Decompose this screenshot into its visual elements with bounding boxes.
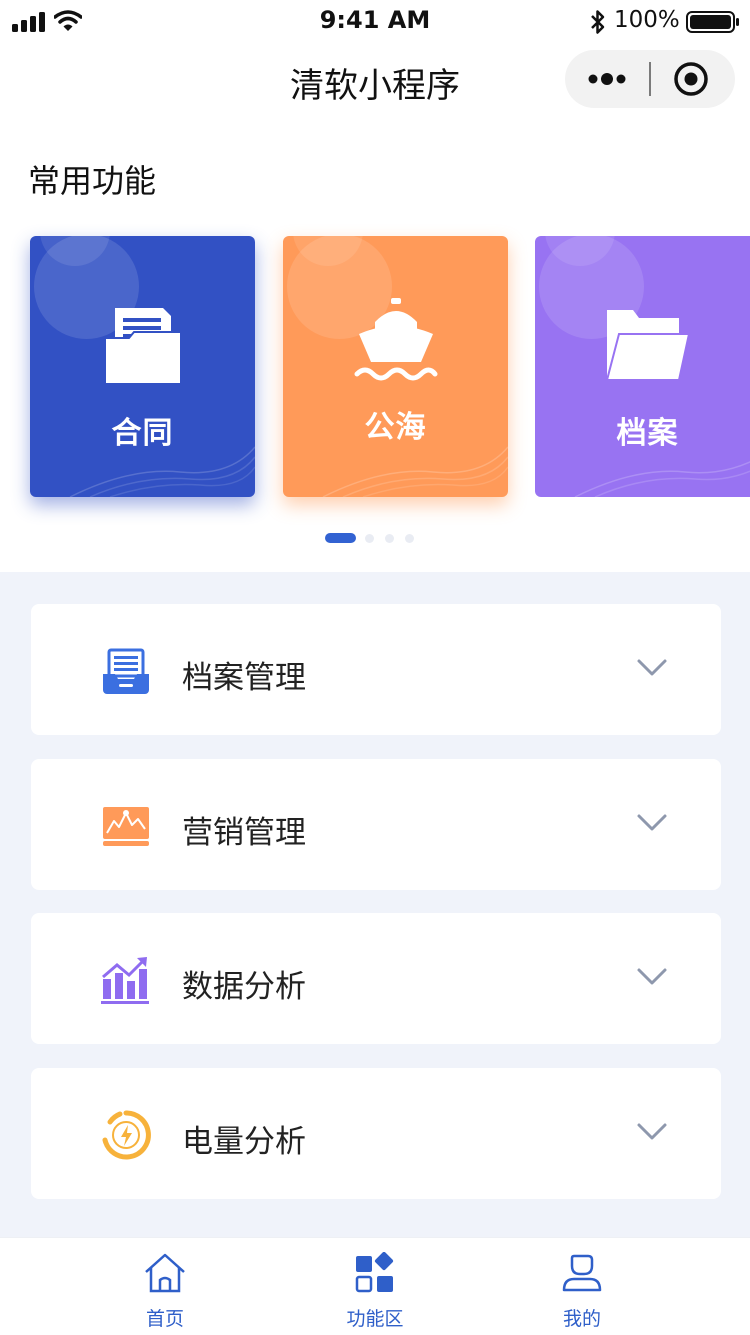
tab-home[interactable]: 首页 [105,1252,225,1331]
menu-item-label: 电量分析 [182,1124,306,1160]
capsule-divider [649,62,651,96]
card-label: 档案 [616,416,679,451]
power-gauge-icon [102,1110,151,1160]
card-label: 合同 [111,416,174,451]
close-target-icon[interactable] [671,59,711,99]
user-icon [562,1254,602,1292]
function-card-contract[interactable]: 合同 [30,236,255,497]
chevron-down-icon[interactable] [636,658,668,678]
folder-document-icon [103,308,182,385]
menu-item-data-analysis[interactable]: 数据分析 [31,913,721,1044]
battery-icon [686,11,739,33]
menu-panel: 档案管理 营销管理 数据分析 电量分析 [0,572,750,1237]
tab-mine[interactable]: 我的 [522,1252,642,1331]
chevron-down-icon[interactable] [636,1122,668,1142]
grid-icon [355,1251,394,1293]
battery-percent: 100% [614,7,680,33]
menu-item-power-analysis[interactable]: 电量分析 [31,1068,721,1199]
pager-dot[interactable] [405,534,414,543]
data-trend-icon [101,957,149,1004]
tab-functions[interactable]: 功能区 [315,1251,435,1331]
tab-label: 功能区 [346,1308,404,1330]
more-icon[interactable] [587,66,627,92]
pager-dot[interactable] [365,534,374,543]
marketing-chart-icon [103,807,149,846]
chevron-down-icon[interactable] [636,967,668,987]
card-label: 公海 [364,410,427,445]
archive-icon [103,648,149,694]
status-bar: 9:41 AM 100% [0,0,750,44]
function-card-archive[interactable]: 档案 [535,236,750,497]
menu-item-marketing-management[interactable]: 营销管理 [31,759,721,890]
miniprogram-capsule [565,50,735,108]
chevron-down-icon[interactable] [636,813,668,833]
tab-label: 首页 [145,1308,184,1330]
home-icon [145,1253,185,1293]
tab-bar: 首页 功能区 我的 [0,1237,750,1335]
tab-label: 我的 [562,1308,601,1330]
pager-dot-active[interactable] [325,533,356,543]
menu-item-label: 档案管理 [182,660,306,696]
bluetooth-icon [591,10,605,34]
pager-dot[interactable] [385,534,394,543]
menu-item-archive-management[interactable]: 档案管理 [31,604,721,735]
ship-icon [354,298,437,381]
menu-item-label: 数据分析 [182,969,306,1005]
function-card-public-pool[interactable]: 公海 [283,236,508,497]
section-title-common-functions: 常用功能 [28,162,157,200]
folder-icon [605,310,691,381]
menu-item-label: 营销管理 [182,815,306,851]
